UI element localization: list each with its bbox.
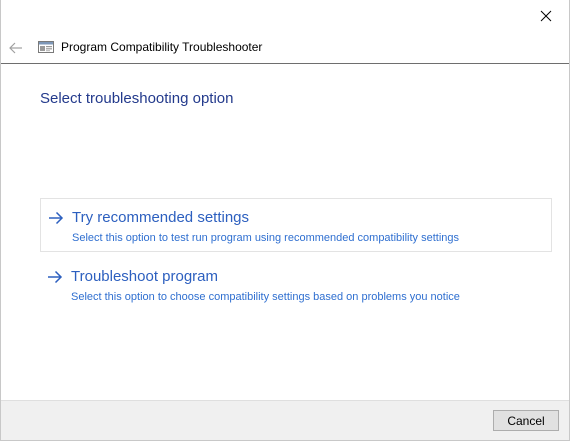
footer-bar: Cancel	[1, 400, 569, 440]
option-description: Select this option to choose compatibili…	[71, 291, 460, 303]
option-try-recommended-settings[interactable]: Try recommended settings Select this opt…	[40, 198, 552, 252]
back-button[interactable]	[5, 37, 27, 59]
arrow-right-icon	[49, 211, 64, 225]
title-bar	[1, 0, 569, 32]
option-title: Troubleshoot program	[71, 268, 219, 285]
back-arrow-icon	[9, 42, 22, 54]
troubleshooter-app-icon	[38, 41, 54, 53]
navigation-bar: Program Compatibility Troubleshooter	[1, 32, 569, 64]
cancel-button[interactable]: Cancel	[493, 410, 559, 431]
option-title: Try recommended settings	[72, 209, 250, 226]
window-title: Program Compatibility Troubleshooter	[61, 40, 263, 54]
page-heading: Select troubleshooting option	[40, 90, 234, 107]
close-button[interactable]	[523, 0, 569, 32]
option-description: Select this option to test run program u…	[72, 232, 460, 244]
troubleshooter-window: Program Compatibility Troubleshooter Sel…	[0, 0, 570, 441]
close-icon	[540, 10, 552, 22]
arrow-right-icon	[48, 270, 63, 284]
option-troubleshoot-program[interactable]: Troubleshoot program Select this option …	[40, 258, 552, 312]
